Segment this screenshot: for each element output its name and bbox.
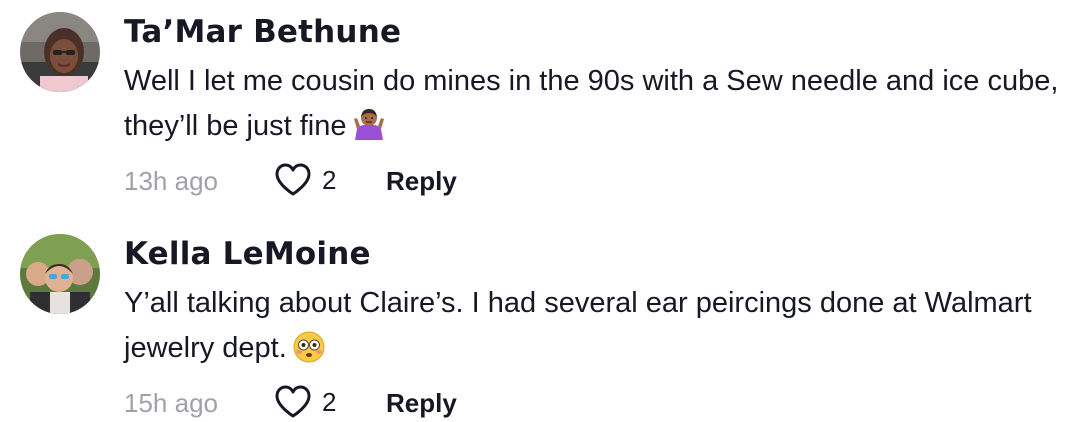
reply-button[interactable]: Reply — [386, 388, 457, 419]
person-shrugging-emoji — [352, 107, 386, 155]
like-count: 2 — [322, 386, 337, 417]
like-button[interactable]: 2 — [274, 160, 336, 200]
comment-username[interactable]: Kella LeMoine — [124, 236, 371, 272]
comment-username[interactable]: Ta’Mar Bethune — [124, 14, 401, 50]
reply-button[interactable]: Reply — [386, 166, 457, 197]
comment-text: Y’all talking about Claire’s. I had seve… — [124, 281, 1074, 377]
comment-actions: 15h ago 2 Reply — [124, 382, 724, 422]
like-count: 2 — [322, 164, 337, 195]
avatar-photo — [20, 12, 100, 92]
like-button[interactable]: 2 — [274, 382, 336, 422]
comment-text: Well I let me cousin do mines in the 90s… — [124, 59, 1074, 155]
comment-item: Ta’Mar Bethune Well I let me cousin do m… — [0, 0, 1090, 210]
heart-icon[interactable] — [274, 162, 312, 198]
comment-text-content: Well I let me cousin do mines in the 90s… — [124, 65, 1059, 142]
comment-text-content: Y’all talking about Claire’s. I had seve… — [124, 287, 1032, 364]
comment-item: Kella LeMoine Y’all talking about Claire… — [0, 222, 1090, 420]
heart-icon[interactable] — [274, 384, 312, 420]
flushed-face-emoji — [293, 331, 325, 377]
avatar[interactable] — [20, 12, 100, 92]
comment-actions: 13h ago 2 Reply — [124, 160, 724, 200]
avatar[interactable] — [20, 234, 100, 314]
comment-timestamp: 15h ago — [124, 388, 218, 418]
avatar-photo — [20, 234, 100, 314]
comment-timestamp: 13h ago — [124, 166, 218, 196]
